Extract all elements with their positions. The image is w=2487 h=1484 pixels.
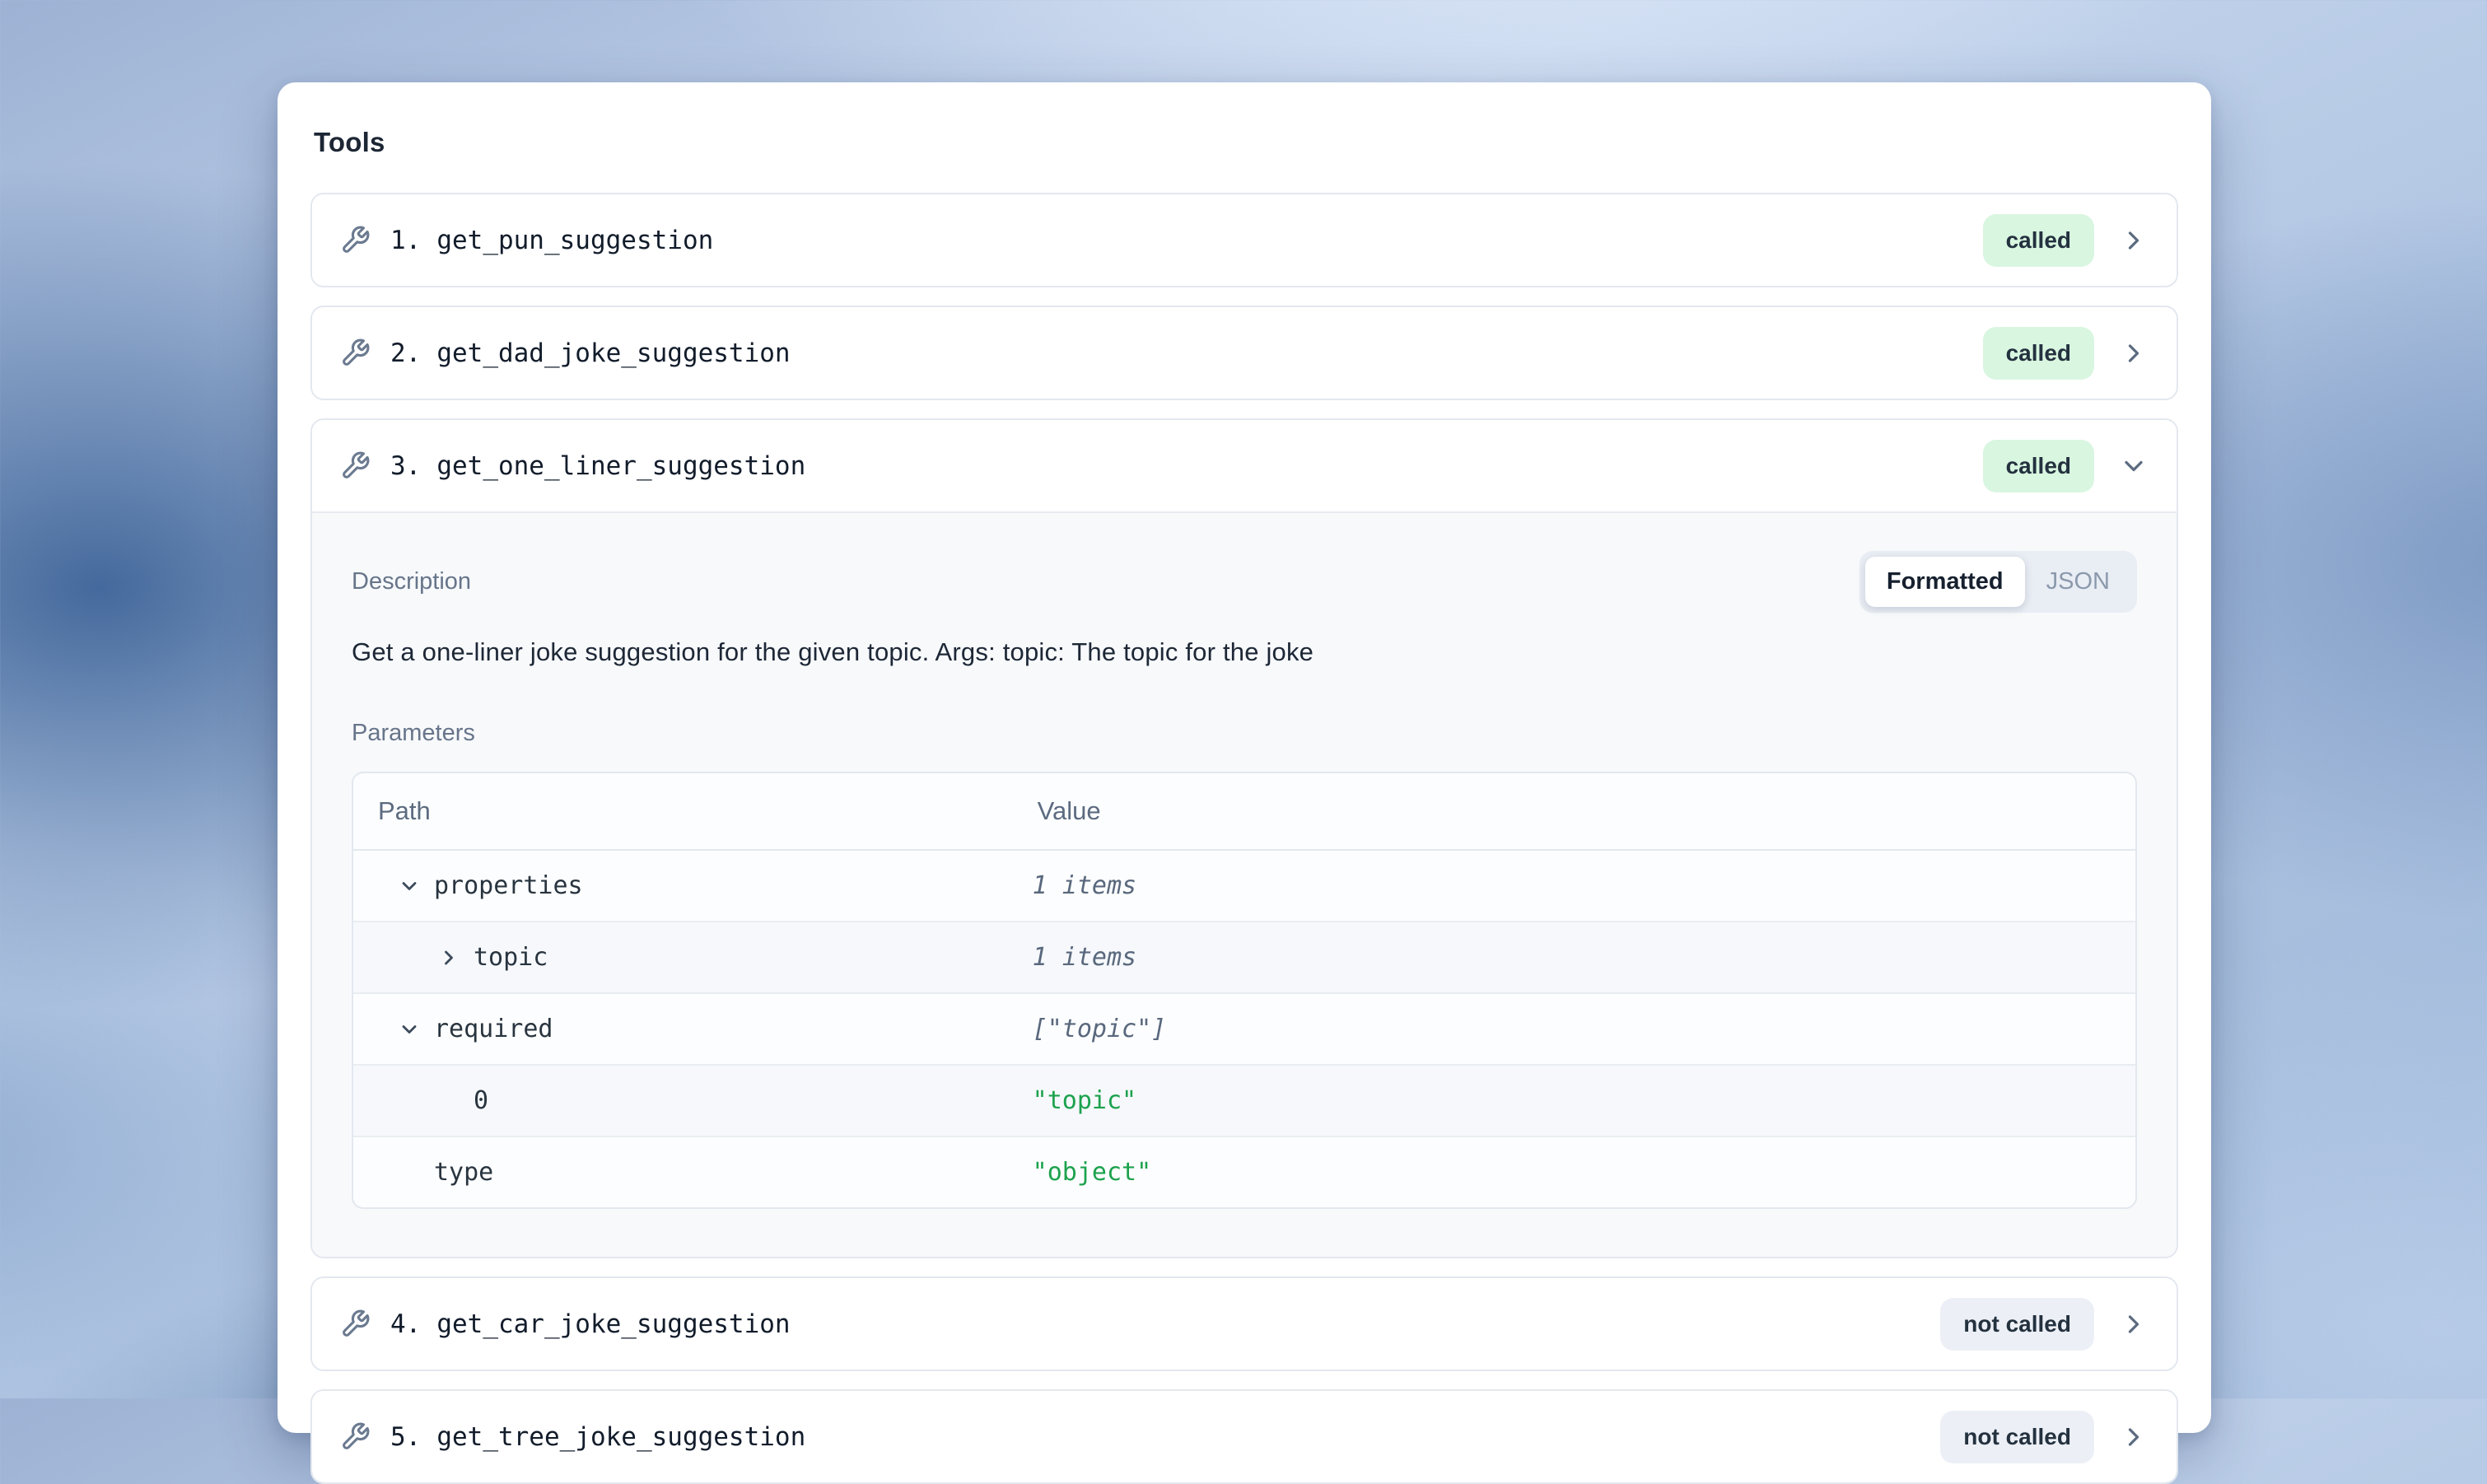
tool-name: 5.get_tree_joke_suggestion <box>390 1422 805 1452</box>
param-key: type <box>434 1158 493 1187</box>
tool-header[interactable]: 3.get_one_liner_suggestion called <box>312 420 2177 511</box>
wrench-icon <box>340 1309 371 1339</box>
tool-name: 4.get_car_joke_suggestion <box>390 1309 791 1339</box>
chevron-down-icon[interactable] <box>398 875 421 898</box>
chevron-down-icon[interactable] <box>398 1018 421 1041</box>
page-title: Tools <box>314 127 2178 158</box>
chevron-spacer <box>398 1161 421 1184</box>
tool-name: 1.get_pun_suggestion <box>390 226 713 255</box>
wrench-icon <box>340 450 371 481</box>
table-row: required ["topic"] <box>353 992 2135 1064</box>
chevron-right-icon <box>2119 1422 2149 1452</box>
tool-header[interactable]: 1.get_pun_suggestion called <box>312 194 2177 286</box>
chevron-down-icon <box>2119 451 2149 481</box>
param-key: 0 <box>474 1086 488 1115</box>
tool-row-get-car-joke-suggestion: 4.get_car_joke_suggestion not called <box>310 1276 2178 1371</box>
tool-name: 2.get_dad_joke_suggestion <box>390 338 791 368</box>
tool-row-get-tree-joke-suggestion: 5.get_tree_joke_suggestion not called <box>310 1389 2178 1484</box>
tool-name: 3.get_one_liner_suggestion <box>390 451 805 481</box>
chevron-spacer <box>437 1090 460 1113</box>
status-badge: not called <box>1940 1411 2094 1463</box>
param-value: 1 items <box>1013 851 2135 921</box>
status-badge: called <box>1983 327 2094 380</box>
status-badge: called <box>1983 214 2094 267</box>
chevron-right-icon <box>2119 1309 2149 1339</box>
parameters-table: Path Value properties 1 items topic <box>352 772 2137 1209</box>
wrench-icon <box>340 225 371 255</box>
tool-header[interactable]: 5.get_tree_joke_suggestion not called <box>312 1391 2177 1482</box>
description-label: Description <box>352 568 471 595</box>
param-value: 1 items <box>1013 921 2135 992</box>
param-value: "topic" <box>1013 1064 2135 1136</box>
tool-list: 1.get_pun_suggestion called 2.get_dad_jo… <box>310 193 2178 1484</box>
param-value: "object" <box>1013 1136 2135 1207</box>
status-badge: not called <box>1940 1298 2094 1351</box>
parameters-label: Parameters <box>352 720 2137 747</box>
column-header-value: Value <box>1013 773 2135 851</box>
chevron-right-icon <box>2119 338 2149 368</box>
table-row: properties 1 items <box>353 851 2135 921</box>
param-key: topic <box>474 943 548 972</box>
view-mode-toggle: Formatted JSON <box>1859 551 2137 613</box>
table-row: type "object" <box>353 1136 2135 1207</box>
tool-details: Description Formatted JSON Get a one-lin… <box>312 511 2177 1257</box>
table-row: 0 "topic" <box>353 1064 2135 1136</box>
tools-panel: Tools 1.get_pun_suggestion called 2.get_… <box>278 82 2211 1433</box>
formatted-tab[interactable]: Formatted <box>1865 557 2025 607</box>
chevron-right-icon <box>2119 226 2149 255</box>
wrench-icon <box>340 1421 371 1452</box>
chevron-right-icon[interactable] <box>437 946 460 969</box>
column-header-path: Path <box>353 773 1013 851</box>
param-value: ["topic"] <box>1013 992 2135 1064</box>
tool-header[interactable]: 4.get_car_joke_suggestion not called <box>312 1278 2177 1370</box>
status-badge: called <box>1983 440 2094 492</box>
tool-header[interactable]: 2.get_dad_joke_suggestion called <box>312 307 2177 399</box>
tool-row-get-dad-joke-suggestion: 2.get_dad_joke_suggestion called <box>310 306 2178 400</box>
tool-row-get-one-liner-suggestion: 3.get_one_liner_suggestion called Descri… <box>310 418 2178 1258</box>
table-row: topic 1 items <box>353 921 2135 992</box>
param-key: required <box>434 1015 553 1043</box>
tool-description: Get a one-liner joke suggestion for the … <box>352 637 2137 667</box>
json-tab[interactable]: JSON <box>2025 557 2131 607</box>
wrench-icon <box>340 338 371 368</box>
param-key: properties <box>434 871 583 900</box>
tool-row-get-pun-suggestion: 1.get_pun_suggestion called <box>310 193 2178 287</box>
